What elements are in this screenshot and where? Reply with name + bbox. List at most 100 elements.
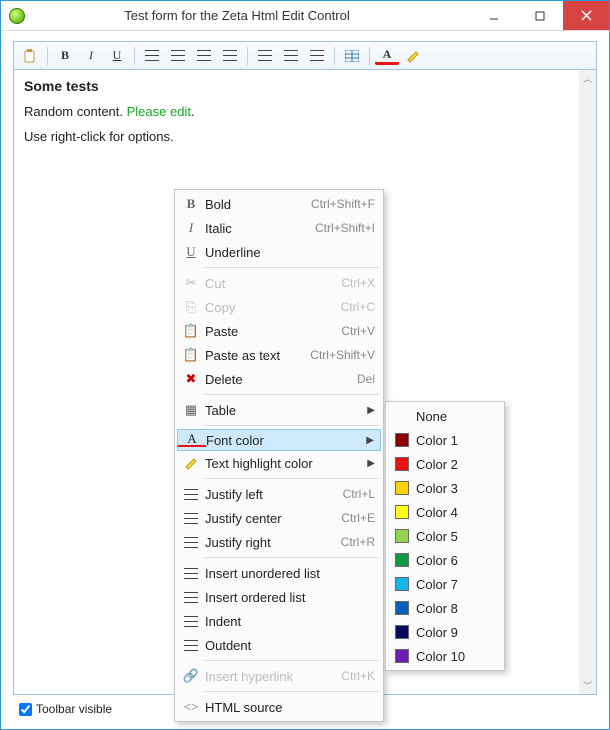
align-left-icon — [258, 50, 272, 61]
toolbar-align-left-button[interactable] — [253, 45, 277, 67]
text-period: . — [191, 104, 195, 119]
menu-copy[interactable]: ⎘ Copy Ctrl+C — [177, 295, 381, 319]
menu-cut[interactable]: ✂ Cut Ctrl+X — [177, 271, 381, 295]
color-label: Color 7 — [416, 577, 496, 592]
highlighter-icon — [177, 456, 205, 470]
menu-table[interactable]: ▦ Table ▶ — [177, 398, 381, 422]
menu-italic[interactable]: I Italic Ctrl+Shift+I — [177, 216, 381, 240]
toolbar-visible-checkbox[interactable] — [19, 703, 32, 716]
toolbar-table-button[interactable] — [340, 45, 364, 67]
heading-text: Some tests — [24, 78, 99, 94]
window-buttons — [471, 1, 609, 30]
table-icon — [345, 50, 359, 62]
swatch-icon — [388, 553, 416, 567]
delete-icon: ✖ — [177, 371, 205, 387]
menu-indent[interactable]: Indent — [177, 609, 381, 633]
ordered-list-icon — [177, 592, 205, 603]
paragraph-2: Use right-click for options. — [24, 129, 586, 144]
menu-justify-left[interactable]: Justify left Ctrl+L — [177, 482, 381, 506]
align-center-icon — [177, 513, 205, 524]
swatch-icon — [388, 601, 416, 615]
toolbar-separator — [369, 47, 370, 65]
color-item-3[interactable]: Color 3 — [388, 476, 502, 500]
indent-icon — [223, 50, 237, 61]
menu-paste-text[interactable]: 📋 Paste as text Ctrl+Shift+V — [177, 343, 381, 367]
menu-paste[interactable]: 📋 Paste Ctrl+V — [177, 319, 381, 343]
color-label: Color 3 — [416, 481, 496, 496]
toolbar-font-color-button[interactable]: A — [375, 46, 399, 65]
toolbar-separator — [247, 47, 248, 65]
color-item-10[interactable]: Color 10 — [388, 644, 502, 668]
toolbar-paste-button[interactable] — [18, 45, 42, 67]
swatch-icon — [388, 505, 416, 519]
font-color-icon: A — [178, 433, 206, 447]
menu-insert-ul[interactable]: Insert unordered list — [177, 561, 381, 585]
outdent-icon — [177, 640, 205, 651]
menu-separator — [205, 425, 379, 426]
context-menu: B Bold Ctrl+Shift+F I Italic Ctrl+Shift+… — [174, 189, 384, 722]
swatch-icon — [388, 529, 416, 543]
menu-bold[interactable]: B Bold Ctrl+Shift+F — [177, 192, 381, 216]
menu-justify-right[interactable]: Justify right Ctrl+R — [177, 530, 381, 554]
paste-icon — [23, 49, 37, 63]
color-item-none[interactable]: None — [388, 404, 502, 428]
close-icon — [581, 10, 592, 21]
menu-separator — [205, 478, 379, 479]
menu-hyperlink[interactable]: 🔗 Insert hyperlink Ctrl+K — [177, 664, 381, 688]
color-label: Color 10 — [416, 649, 496, 664]
outdent-icon — [197, 50, 211, 61]
align-right-icon — [310, 50, 324, 61]
menu-html-source[interactable]: <> HTML source — [177, 695, 381, 719]
menu-delete[interactable]: ✖ Delete Del — [177, 367, 381, 391]
table-icon: ▦ — [177, 402, 205, 418]
align-center-icon — [284, 50, 298, 61]
close-button[interactable] — [563, 1, 609, 30]
menu-highlight-color[interactable]: Text highlight color ▶ — [177, 451, 381, 475]
toolbar-ol-button[interactable] — [166, 45, 190, 67]
toolbar-indent-button[interactable] — [218, 45, 242, 67]
toolbar-italic-button[interactable]: I — [79, 45, 103, 67]
toolbar-highlight-button[interactable] — [401, 45, 425, 67]
ordered-list-icon — [171, 50, 185, 61]
menu-separator — [205, 394, 379, 395]
toolbar-visible-label: Toolbar visible — [36, 702, 112, 716]
swatch-icon — [388, 481, 416, 495]
color-item-2[interactable]: Color 2 — [388, 452, 502, 476]
color-item-8[interactable]: Color 8 — [388, 596, 502, 620]
menu-underline[interactable]: U Underline — [177, 240, 381, 264]
toolbar-bold-button[interactable]: B — [53, 45, 77, 67]
swatch-icon — [388, 577, 416, 591]
color-label: Color 9 — [416, 625, 496, 640]
color-item-4[interactable]: Color 4 — [388, 500, 502, 524]
paste-text-icon: 📋 — [177, 347, 205, 363]
underline-icon: U — [177, 244, 205, 260]
minimize-button[interactable] — [471, 1, 517, 30]
color-item-5[interactable]: Color 5 — [388, 524, 502, 548]
toolbar-ul-button[interactable] — [140, 45, 164, 67]
toolbar-separator — [334, 47, 335, 65]
color-item-9[interactable]: Color 9 — [388, 620, 502, 644]
vertical-scrollbar[interactable]: ︿ ﹀ — [579, 70, 596, 694]
submenu-arrow-icon: ▶ — [366, 435, 374, 446]
color-item-1[interactable]: Color 1 — [388, 428, 502, 452]
paragraph-1: Random content. Please edit. — [24, 104, 586, 119]
color-item-7[interactable]: Color 7 — [388, 572, 502, 596]
indent-icon — [177, 616, 205, 627]
menu-justify-center[interactable]: Justify center Ctrl+E — [177, 506, 381, 530]
app-window: Test form for the Zeta Html Edit Control… — [0, 0, 610, 730]
menu-font-color[interactable]: A Font color ▶ — [177, 429, 381, 451]
color-label: Color 5 — [416, 529, 496, 544]
color-label: Color 2 — [416, 457, 496, 472]
menu-separator — [205, 267, 379, 268]
swatch-icon — [388, 457, 416, 471]
toolbar-outdent-button[interactable] — [192, 45, 216, 67]
toolbar-align-right-button[interactable] — [305, 45, 329, 67]
menu-insert-ol[interactable]: Insert ordered list — [177, 585, 381, 609]
color-item-6[interactable]: Color 6 — [388, 548, 502, 572]
toolbar-align-center-button[interactable] — [279, 45, 303, 67]
menu-outdent[interactable]: Outdent — [177, 633, 381, 657]
maximize-button[interactable] — [517, 1, 563, 30]
toolbar-underline-button[interactable]: U — [105, 45, 129, 67]
color-label: Color 4 — [416, 505, 496, 520]
color-label: Color 8 — [416, 601, 496, 616]
